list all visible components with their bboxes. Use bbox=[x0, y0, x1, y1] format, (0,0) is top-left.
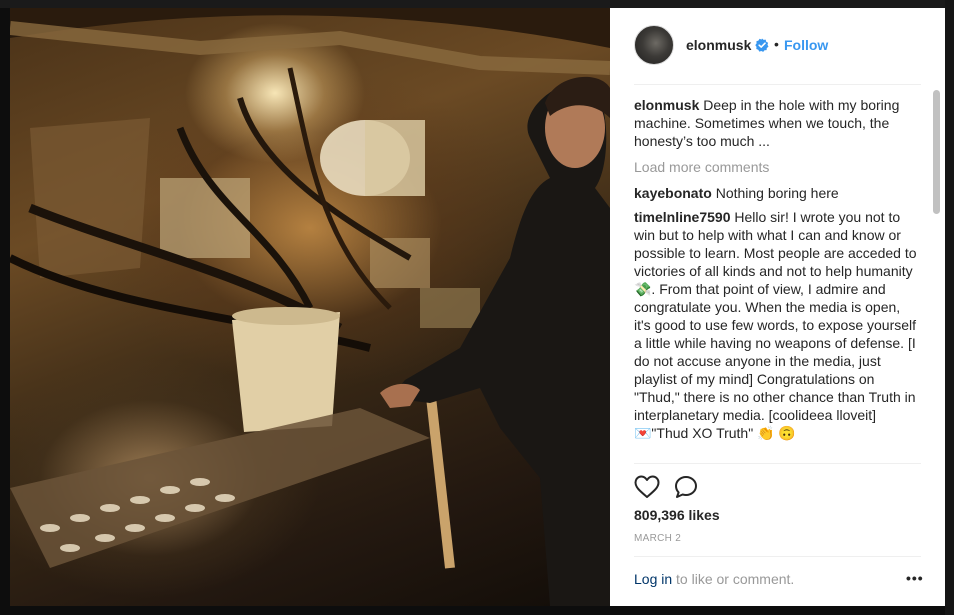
comment-username[interactable]: timelnline7590 bbox=[634, 209, 731, 225]
backdrop-right bbox=[945, 0, 954, 615]
post-photo[interactable] bbox=[10, 8, 610, 606]
comment-bubble-icon[interactable] bbox=[674, 475, 698, 499]
comment-text: Nothing boring here bbox=[715, 185, 839, 201]
avatar[interactable] bbox=[634, 25, 674, 65]
header-username[interactable]: elonmusk bbox=[686, 37, 751, 53]
more-options-icon[interactable]: ••• bbox=[906, 570, 924, 586]
backdrop-top bbox=[0, 0, 954, 8]
list-item: timelnline7590 Hello sir! I wrote you no… bbox=[634, 208, 919, 442]
login-link[interactable]: Log in bbox=[634, 571, 672, 587]
caption-username[interactable]: elonmusk bbox=[634, 97, 699, 113]
post-date: MARCH 2 bbox=[634, 533, 682, 544]
scrollbar-thumb[interactable] bbox=[933, 90, 940, 214]
post-details-panel: elonmusk • Follow elonmusk Deep in the h… bbox=[610, 8, 945, 606]
load-more-comments-button[interactable]: Load more comments bbox=[634, 158, 919, 176]
comments-list[interactable]: elonmusk Deep in the hole with my boring… bbox=[634, 96, 919, 463]
verified-badge-icon bbox=[755, 38, 769, 52]
comment-text: Hello sir! I wrote you not to win but to… bbox=[634, 209, 917, 441]
list-item: kayebonato Nothing boring here bbox=[634, 184, 919, 202]
login-prompt: Log in to like or comment. bbox=[634, 571, 794, 587]
post-header: elonmusk • Follow bbox=[610, 8, 945, 84]
follow-button[interactable]: Follow bbox=[784, 37, 828, 53]
comment-username[interactable]: kayebonato bbox=[634, 185, 712, 201]
photo-illustration bbox=[10, 8, 610, 606]
likes-count[interactable]: 809,396 likes bbox=[634, 507, 720, 523]
login-suffix: to like or comment. bbox=[672, 571, 795, 587]
footer-divider bbox=[634, 556, 921, 557]
actions-divider bbox=[634, 463, 921, 464]
header-divider bbox=[634, 84, 921, 85]
heart-icon[interactable] bbox=[634, 475, 660, 499]
header-separator: • bbox=[774, 36, 779, 52]
caption: elonmusk Deep in the hole with my boring… bbox=[634, 96, 919, 150]
